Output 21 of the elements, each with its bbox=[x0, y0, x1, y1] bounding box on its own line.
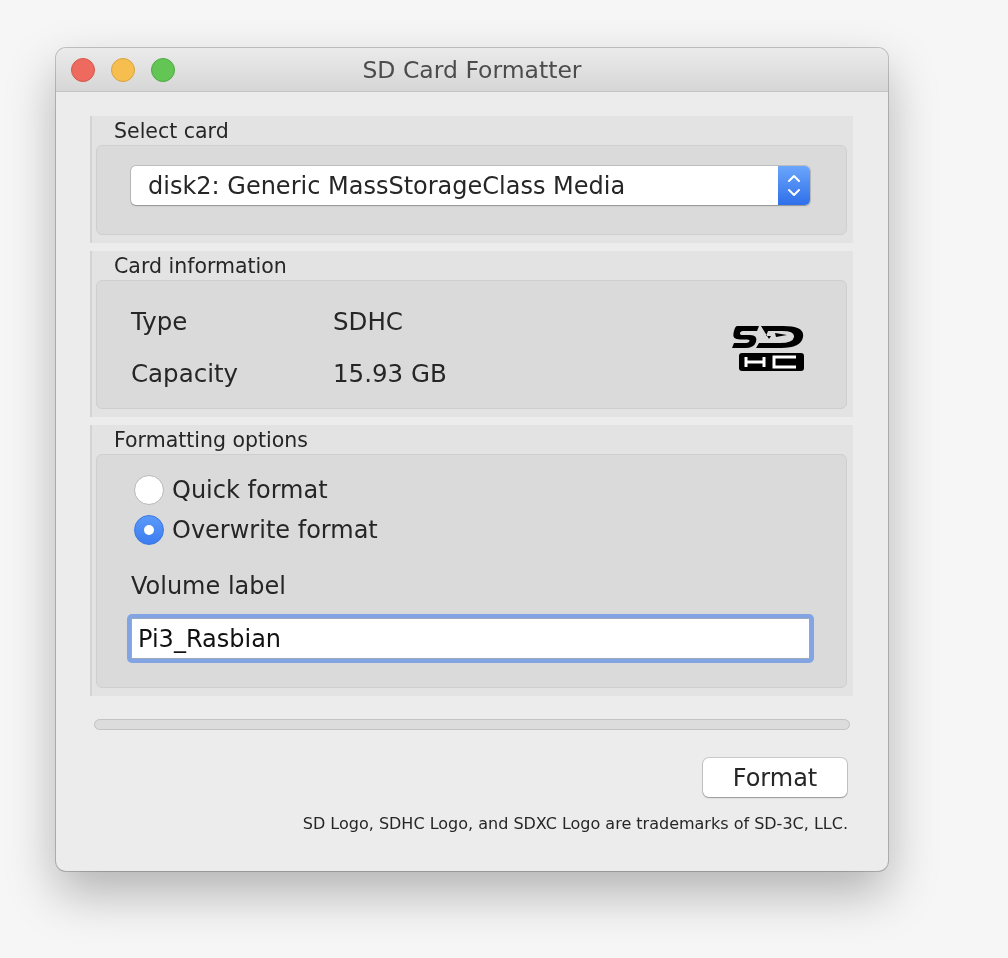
field-label: Volume label bbox=[131, 572, 286, 600]
radio-label[interactable]: Quick format bbox=[172, 475, 328, 505]
radio-button[interactable] bbox=[134, 475, 164, 505]
info-value: 15.93 GB bbox=[333, 360, 447, 388]
radio-button[interactable] bbox=[134, 515, 164, 545]
info-label: Capacity bbox=[131, 360, 240, 388]
format-button[interactable]: Format bbox=[703, 758, 847, 797]
volume-label-field[interactable]: Pi3_Rasbian bbox=[127, 614, 814, 663]
info-label: Type bbox=[131, 308, 189, 336]
close-icon[interactable] bbox=[71, 57, 95, 82]
radio-label[interactable]: Overwrite format bbox=[172, 515, 378, 545]
maximize-icon[interactable] bbox=[151, 57, 175, 82]
section-label: Card information bbox=[113, 253, 288, 280]
trademark-notice: SD Logo, SDHC Logo, and SDXC Logo are trademarks of SD-3C, LLC. bbox=[301, 814, 848, 834]
minimize-icon[interactable] bbox=[111, 57, 135, 82]
section-label: Formatting options bbox=[113, 427, 309, 454]
stepper-icon[interactable] bbox=[778, 166, 810, 205]
info-value: SDHC bbox=[333, 308, 404, 336]
window-title: SD Card Formatter bbox=[362, 55, 582, 84]
card-dropdown[interactable]: disk2: Generic MassStorageClass Media bbox=[131, 166, 810, 205]
section-label: Select card bbox=[113, 118, 230, 145]
